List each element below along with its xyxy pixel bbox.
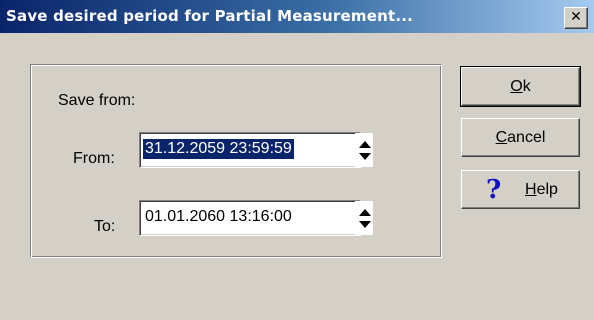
- from-label: From:: [73, 150, 115, 167]
- cancel-button[interactable]: Cancel: [461, 118, 580, 157]
- spin-up-icon[interactable]: [359, 209, 371, 216]
- help-label: Help: [525, 171, 558, 208]
- help-button[interactable]: ? Help: [461, 170, 580, 209]
- help-mnemonic: H: [525, 181, 537, 198]
- close-button[interactable]: ✕: [564, 7, 588, 29]
- ok-button[interactable]: Ok: [460, 66, 581, 107]
- to-datetime-field[interactable]: 01.01.2060 13:16:00: [139, 200, 361, 236]
- ok-label: k: [522, 78, 531, 95]
- close-icon: ✕: [570, 9, 582, 25]
- to-label: To:: [94, 218, 116, 235]
- from-datetime-value[interactable]: 31.12.2059 23:59:59: [143, 139, 294, 159]
- to-datetime-value[interactable]: 01.01.2060 13:16:00: [143, 207, 294, 227]
- spin-up-icon[interactable]: [359, 141, 371, 148]
- save-from-heading: Save from:: [58, 92, 136, 109]
- from-spin-control[interactable]: [355, 133, 373, 167]
- from-datetime-field[interactable]: 31.12.2059 23:59:59: [139, 132, 361, 168]
- spin-down-icon[interactable]: [359, 153, 371, 160]
- window-title: Save desired period for Partial Measurem…: [6, 7, 414, 25]
- help-label-rest: elp: [536, 181, 558, 198]
- save-period-dialog: Save desired period for Partial Measurem…: [0, 0, 594, 320]
- cancel-label: ancel: [507, 129, 546, 146]
- spin-down-icon[interactable]: [359, 221, 371, 228]
- ok-mnemonic: O: [510, 78, 523, 95]
- title-bar[interactable]: Save desired period for Partial Measurem…: [0, 0, 594, 33]
- to-spin-control[interactable]: [355, 201, 373, 235]
- question-mark-icon: ?: [486, 175, 502, 205]
- cancel-mnemonic: C: [495, 129, 508, 146]
